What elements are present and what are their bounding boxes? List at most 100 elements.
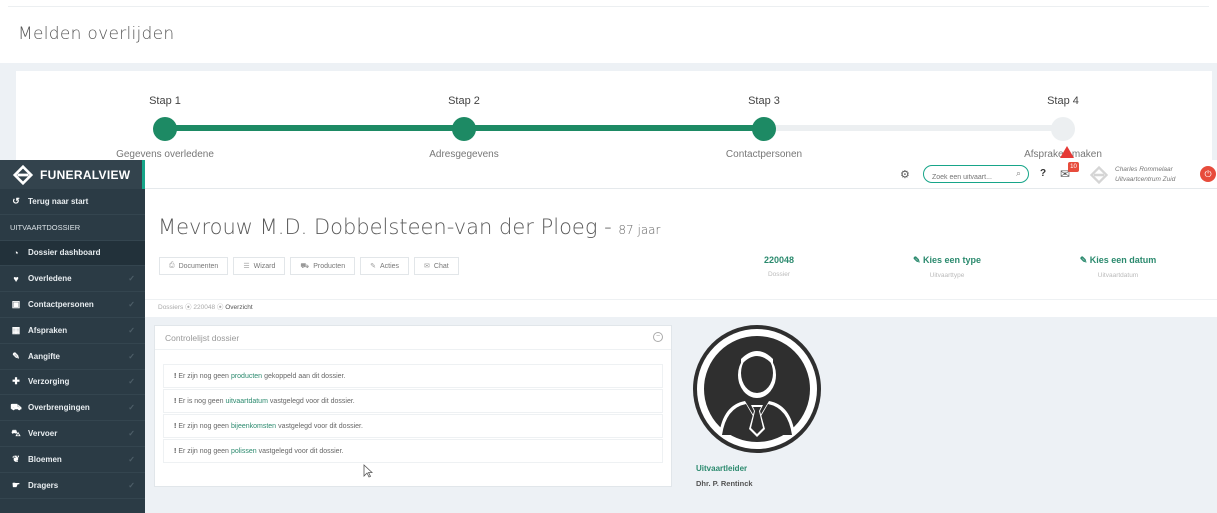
sidebar-item-verzorging[interactable]: ✚ Verzorging ✓	[0, 370, 145, 396]
step-complete-dot[interactable]	[153, 117, 177, 141]
checklist-text: vastgelegd voor dit dossier.	[269, 397, 355, 405]
brand[interactable]: FUNERALVIEW	[0, 160, 145, 189]
topbar: ⚙ ⌕ ? ✉ 10 Charles Rommelaar Uitvaartcen…	[145, 160, 1217, 189]
stat-dossier: 220048 Dossier	[719, 255, 839, 278]
checklist-item: ! Er is nog geen uitvaartdatum vastgelegd v…	[163, 389, 663, 413]
checkmark-icon: ✓	[128, 429, 135, 439]
hand-icon: ☛	[11, 479, 21, 490]
tab-label: Documenten	[178, 262, 219, 270]
deceased-age: 87 jaar	[618, 223, 661, 237]
pencil-icon: ✎	[12, 350, 20, 361]
search-input[interactable]	[924, 170, 1004, 185]
sidebar-item-afspraken[interactable]: ▦ Afspraken ✓	[0, 318, 145, 344]
chat-icon: ✉	[424, 263, 430, 270]
user-silhouette-icon	[697, 329, 817, 449]
search-icon[interactable]: ⌕	[1016, 168, 1021, 179]
checklist-link[interactable]: producten	[231, 373, 262, 380]
sidebar-item-label: Aangifte	[28, 351, 60, 361]
organisation-logo-icon	[1089, 165, 1109, 185]
chevron-right-icon: ⦿	[216, 304, 226, 311]
warning-icon: !	[174, 372, 177, 380]
help-button[interactable]: ?	[1040, 168, 1046, 179]
checklist-link[interactable]: bijeenkomsten	[231, 423, 276, 430]
checklist-header: Controlelijst dossier −	[155, 326, 671, 350]
sidebar-item-contactpersonen[interactable]: ▣ Contactpersonen ✓	[0, 292, 145, 318]
sidebar: FUNERALVIEW ↺ Terug naar start UITVAARTDOS…	[0, 160, 145, 513]
logout-power-icon[interactable]: ⏻	[1200, 166, 1216, 182]
warning-icon: !	[174, 447, 177, 455]
sidebar-item-dragers[interactable]: ☛ Dragers ✓	[0, 473, 145, 499]
sidebar-item-label: Vervoer	[28, 429, 58, 439]
search-box[interactable]: ⌕	[923, 165, 1029, 185]
breadcrumb-dossiers[interactable]: Dossiers	[158, 304, 183, 311]
back-arrow-icon: ↺	[12, 195, 20, 206]
stat-uitvaartdatum[interactable]: ✎ Kies een datum Uitvaartdatum	[1058, 255, 1178, 279]
collapse-icon[interactable]: −	[653, 332, 663, 342]
breadcrumb-dossier-number[interactable]: 220048	[193, 304, 215, 311]
sidebar-item-aangifte[interactable]: ✎ Aangifte ✓	[0, 344, 145, 370]
settings-gear-icon[interactable]: ⚙	[900, 168, 910, 181]
main-content: Controlelijst dossier − ! Er zijn nog gee…	[145, 317, 1217, 513]
checklist-text: vastgelegd voor dit dossier.	[258, 447, 344, 455]
checklist-text: gekoppeld aan dit dossier.	[264, 372, 346, 380]
director-name: Dhr. P. Rentinck	[696, 479, 753, 488]
warning-icon: !	[174, 422, 177, 430]
step-3[interactable]: Stap 3 Contactpersonen	[664, 95, 864, 163]
pointer-arrow-icon	[1060, 146, 1074, 158]
tab-acties[interactable]: ✎ Acties	[360, 257, 410, 275]
medkit-icon: ✚	[12, 376, 20, 387]
step-label: Stap 4	[1047, 95, 1079, 107]
step-1[interactable]: Stap 1 Gegevens overledene	[65, 95, 265, 163]
step-complete-dot[interactable]	[752, 117, 776, 141]
print-icon: ⎙	[169, 262, 175, 269]
sidebar-item-label: Bloemen	[28, 454, 62, 464]
director-role: Uitvaartleider	[696, 464, 748, 473]
sidebar-item-overledene[interactable]: ♥ Overledene ✓	[0, 266, 145, 293]
tab-producten[interactable]: ⛟ Producten	[290, 257, 356, 275]
sidebar-item-bloemen[interactable]: ❦ Bloemen ✓	[0, 447, 145, 473]
dossier-header: Mevrouw M.D. Dobbelsteen-van der Ploeg -…	[145, 189, 1217, 299]
stat-value[interactable]: ✎ Kies een type	[887, 255, 1007, 266]
sidebar-item-label: Contactpersonen	[28, 300, 94, 310]
tab-label: Chat	[433, 262, 449, 270]
wrench-icon: ✎	[370, 263, 376, 270]
tab-documenten[interactable]: ⎙ Documenten	[159, 257, 229, 275]
edit-icon: ✎	[1079, 255, 1090, 265]
heart-icon: ♥	[13, 273, 19, 284]
page-header: Melden overlijden	[0, 0, 1217, 63]
sidebar-item-label: Overbrengingen	[28, 403, 90, 413]
edit-icon: ✎	[912, 255, 923, 265]
checklist-link[interactable]: uitvaartdatum	[226, 398, 268, 405]
list-icon: ☰	[243, 263, 250, 270]
stat-uitvaarttype[interactable]: ✎ Kies een type Uitvaarttype	[887, 255, 1007, 279]
calendar-icon: ▦	[11, 324, 21, 335]
stat-value-text: 220048	[763, 255, 795, 265]
checklist-title: Controlelijst dossier	[165, 332, 240, 343]
checklist-text: Er is nog geen	[178, 397, 224, 405]
sidebar-item-terug-naar-start[interactable]: ↺ Terug naar start	[0, 189, 145, 215]
mouse-cursor-icon	[363, 464, 373, 478]
step-pending-dot[interactable]	[1051, 117, 1075, 141]
tab-wizard[interactable]: ☰ Wizard	[233, 257, 286, 275]
checkmark-icon: ✓	[128, 300, 135, 310]
tab-chat[interactable]: ✉ Chat	[414, 257, 459, 275]
page-title: Melden overlijden	[18, 24, 175, 44]
step-complete-dot[interactable]	[452, 117, 476, 141]
sidebar-item-overbrengingen[interactable]: ⛟ Overbrengingen ✓	[0, 395, 145, 422]
step-label: Stap 1	[149, 95, 181, 107]
dossier-tabs: ⎙ Documenten ☰ Wizard ⛟ Producten ✎ Acties ✉ Chat	[159, 257, 464, 275]
tab-label: Producten	[313, 262, 346, 270]
step-2[interactable]: Stap 2 Adresgegevens	[364, 95, 564, 163]
checklist-text: Er zijn nog geen	[178, 422, 229, 430]
sidebar-item-vervoer[interactable]: ⛍ Vervoer ✓	[0, 421, 145, 447]
checklist-link[interactable]: polissen	[231, 448, 257, 455]
warning-icon: !	[174, 397, 177, 405]
stat-label: Dossier	[767, 271, 791, 278]
dashboard-icon: ◔	[13, 247, 19, 258]
sidebar-item-dossier-dashboard[interactable]: ◔ Dossier dashboard	[0, 240, 145, 267]
checklist-text: Er zijn nog geen	[178, 372, 229, 380]
cart-icon: ⛟	[300, 262, 310, 270]
user-name: Charles Rommelaar	[1115, 166, 1173, 173]
brand-name: FUNERALVIEW	[40, 167, 131, 182]
stat-value[interactable]: ✎ Kies een datum	[1058, 255, 1178, 266]
